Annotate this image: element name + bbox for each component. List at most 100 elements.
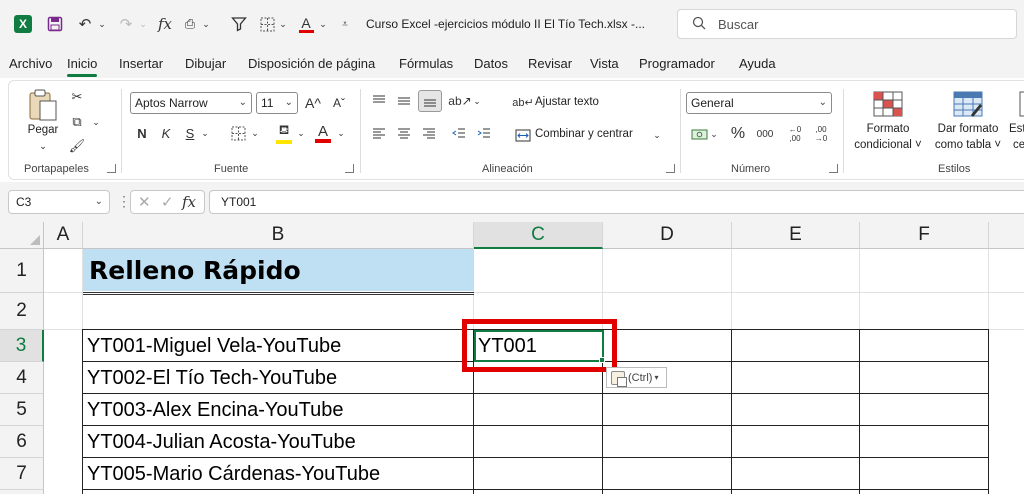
tab-programador[interactable]: Programador bbox=[639, 56, 715, 71]
select-all-button[interactable] bbox=[0, 222, 44, 249]
font-color-icon[interactable]: A bbox=[295, 14, 317, 34]
align-center-icon[interactable] bbox=[394, 124, 414, 144]
chevron-down-icon[interactable]: ⌄ bbox=[709, 124, 719, 144]
search-input[interactable]: Buscar bbox=[677, 9, 1017, 39]
copy-icon[interactable]: ⧉ bbox=[67, 112, 87, 132]
column-header-a[interactable]: A bbox=[44, 222, 83, 249]
thousands-button[interactable]: 000 bbox=[753, 124, 777, 144]
increase-decimal-button[interactable]: ←0 ,00 bbox=[784, 122, 806, 146]
underline-button[interactable]: S bbox=[181, 123, 199, 143]
fx-icon[interactable]: fx bbox=[154, 14, 176, 34]
camera-icon[interactable]: ⎙ bbox=[179, 14, 201, 34]
chevron-down-icon[interactable]: ⌄ bbox=[200, 123, 210, 143]
tab-inicio[interactable]: Inicio bbox=[67, 56, 98, 77]
row-header-3[interactable]: 3 bbox=[0, 330, 44, 362]
wrap-text-icon[interactable]: ab↵ bbox=[512, 92, 533, 112]
paste-options-button[interactable]: (Ctrl) ▾ bbox=[606, 367, 667, 388]
font-size-select[interactable]: 11 ⌄ bbox=[256, 92, 298, 114]
tab-insertar[interactable]: Insertar bbox=[119, 56, 163, 71]
redo-icon[interactable]: ↷ bbox=[115, 14, 137, 34]
align-left-icon[interactable] bbox=[369, 124, 389, 144]
cell-b1-title[interactable]: Relleno Rápido bbox=[83, 249, 474, 291]
chevron-down-icon[interactable]: ⌄ bbox=[296, 123, 306, 143]
shrink-font-icon[interactable]: Aˇ bbox=[329, 92, 349, 114]
format-as-table-label-1[interactable]: Dar formato bbox=[931, 121, 1005, 137]
insert-function-icon[interactable]: fx bbox=[182, 193, 196, 211]
row-header-6[interactable]: 6 bbox=[0, 426, 44, 458]
orientation-icon[interactable]: ab↗ bbox=[448, 91, 471, 111]
increase-indent-icon[interactable] bbox=[474, 124, 494, 144]
tab-disposicion-pagina[interactable]: Disposición de página bbox=[248, 56, 375, 71]
align-bottom-icon[interactable] bbox=[418, 90, 442, 112]
column-header-e[interactable]: E bbox=[732, 222, 860, 249]
column-header-g[interactable] bbox=[989, 222, 1024, 249]
align-middle-icon[interactable] bbox=[394, 91, 414, 111]
formula-input[interactable]: YT001 bbox=[209, 190, 1024, 214]
number-launcher-icon[interactable] bbox=[829, 164, 838, 173]
row-header-8[interactable] bbox=[0, 490, 44, 494]
cell-styles-icon[interactable] bbox=[1019, 89, 1024, 119]
borders-icon[interactable] bbox=[256, 14, 278, 34]
paste-label[interactable]: Pegar bbox=[25, 122, 61, 138]
clipboard-launcher-icon[interactable] bbox=[107, 164, 116, 173]
chevron-down-icon[interactable]: ⌄ bbox=[250, 123, 260, 143]
tab-revisar[interactable]: Revisar bbox=[528, 56, 572, 71]
italic-button[interactable]: K bbox=[157, 123, 175, 143]
cell-b4[interactable]: YT002-El Tío Tech-YouTube bbox=[83, 362, 337, 394]
grow-font-icon[interactable]: A^ bbox=[303, 92, 323, 114]
excel-logo-icon[interactable]: X bbox=[14, 15, 32, 33]
merge-center-icon[interactable] bbox=[513, 125, 533, 145]
font-launcher-icon[interactable] bbox=[345, 164, 354, 173]
tab-ayuda[interactable]: Ayuda bbox=[739, 56, 776, 71]
row-header-5[interactable]: 5 bbox=[0, 394, 44, 426]
enter-icon[interactable]: ✓ bbox=[161, 193, 174, 211]
font-name-select[interactable]: Aptos Narrow ⌄ bbox=[130, 92, 252, 114]
conditional-format-label-1[interactable]: Formato bbox=[852, 121, 924, 137]
format-as-table-icon[interactable] bbox=[952, 89, 984, 119]
cancel-icon[interactable]: ✕ bbox=[138, 193, 151, 211]
number-format-select[interactable]: General ⌄ bbox=[686, 92, 832, 114]
decrease-indent-icon[interactable] bbox=[449, 124, 469, 144]
format-as-table-label-2[interactable]: como tabla ˅ bbox=[929, 137, 1007, 153]
row-header-4[interactable]: 4 bbox=[0, 362, 44, 394]
column-header-d[interactable]: D bbox=[603, 222, 732, 249]
wrap-text-button[interactable]: Ajustar texto bbox=[535, 96, 599, 108]
tab-datos[interactable]: Datos bbox=[474, 56, 508, 71]
merge-center-button[interactable]: Combinar y centrar bbox=[535, 128, 633, 140]
save-icon[interactable] bbox=[44, 14, 66, 34]
fill-color-icon[interactable]: ⛾ bbox=[273, 121, 295, 145]
cell-styles-label-2[interactable]: ce bbox=[1013, 137, 1024, 153]
align-top-icon[interactable] bbox=[369, 91, 389, 111]
chevron-down-icon[interactable]: ⌄ bbox=[97, 14, 107, 34]
percent-button[interactable]: % bbox=[727, 123, 749, 145]
decrease-decimal-button[interactable]: ,00 →0 bbox=[810, 122, 832, 146]
alignment-launcher-icon[interactable] bbox=[666, 164, 675, 173]
cell-styles-label-1[interactable]: Est bbox=[1009, 121, 1024, 137]
row-header-2[interactable]: 2 bbox=[0, 293, 44, 330]
borders-icon[interactable] bbox=[228, 123, 248, 143]
chevron-down-icon[interactable]: ⌄ bbox=[201, 14, 211, 34]
bold-button[interactable]: N bbox=[133, 123, 151, 143]
more-options-icon[interactable]: ⋮ bbox=[117, 193, 131, 210]
undo-icon[interactable]: ↶ bbox=[74, 14, 96, 34]
chevron-down-icon[interactable]: ⌄ bbox=[37, 138, 49, 154]
chevron-down-icon[interactable]: ⌄ bbox=[318, 14, 328, 34]
tab-archivo[interactable]: Archivo bbox=[9, 56, 52, 71]
chevron-down-icon[interactable]: ⌄ bbox=[652, 125, 662, 145]
paste-icon[interactable] bbox=[25, 87, 61, 123]
cell-b5[interactable]: YT003-Alex Encina-YouTube bbox=[83, 394, 343, 426]
customize-icon[interactable]: ⩡ bbox=[339, 14, 351, 34]
chevron-down-icon[interactable]: ⌄ bbox=[336, 123, 346, 143]
tab-dibujar[interactable]: Dibujar bbox=[185, 56, 226, 71]
chevron-down-icon[interactable]: ⌄ bbox=[91, 112, 101, 132]
conditional-format-icon[interactable] bbox=[872, 89, 904, 119]
currency-icon[interactable] bbox=[688, 124, 710, 144]
cell-b6[interactable]: YT004-Julian Acosta-YouTube bbox=[83, 426, 356, 458]
filter-icon[interactable] bbox=[228, 14, 250, 34]
font-color-icon[interactable]: A bbox=[312, 121, 334, 145]
tab-formulas[interactable]: Fórmulas bbox=[399, 56, 453, 71]
chevron-down-icon[interactable]: ⌄ bbox=[278, 14, 288, 34]
cut-icon[interactable]: ✂ bbox=[67, 87, 87, 107]
chevron-down-icon[interactable]: ⌄ bbox=[472, 91, 482, 111]
column-header-b[interactable]: B bbox=[83, 222, 474, 249]
